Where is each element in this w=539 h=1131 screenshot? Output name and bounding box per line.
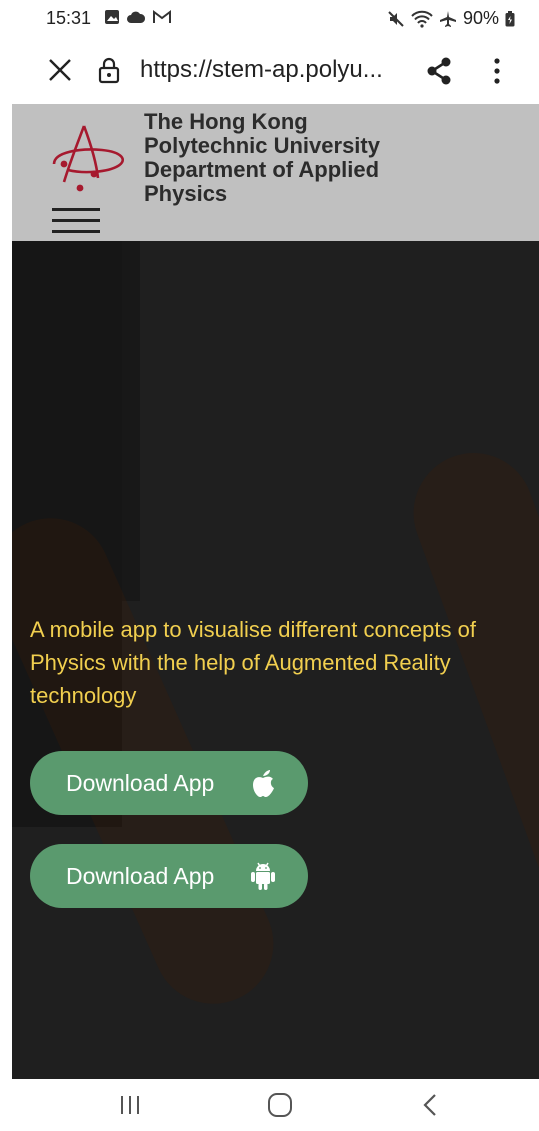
- dept-line: Polytechnic University: [144, 133, 380, 158]
- system-nav-bar: [0, 1079, 539, 1131]
- dept-line: The Hong Kong: [144, 109, 308, 134]
- close-tab-button[interactable]: [44, 54, 76, 86]
- battery-icon: [505, 10, 515, 26]
- url-bar[interactable]: https://stem-ap.polyu...: [140, 56, 404, 84]
- close-icon: [49, 59, 71, 81]
- department-name: The Hong Kong Polytechnic University Dep…: [144, 110, 524, 206]
- polyu-logo-icon[interactable]: [50, 118, 130, 196]
- home-button[interactable]: [260, 1089, 300, 1121]
- system-icons: 90%: [387, 8, 515, 29]
- status-time: 15:31: [46, 8, 92, 28]
- hero-tagline: A mobile app to visualise different conc…: [30, 617, 476, 708]
- android-icon: [248, 860, 278, 892]
- share-icon: [427, 57, 451, 85]
- download-ios-button[interactable]: Download App: [30, 751, 308, 815]
- site-info-button[interactable]: [96, 54, 122, 86]
- gmail-icon: [153, 10, 171, 23]
- cloud-icon: [127, 11, 146, 23]
- wifi-icon: [411, 10, 433, 28]
- recent-apps-button[interactable]: [110, 1089, 150, 1121]
- download-button-label: Download App: [66, 862, 215, 889]
- hamburger-line: [52, 219, 100, 222]
- dept-line: Physics: [144, 181, 228, 206]
- hamburger-line: [52, 230, 100, 233]
- browser-toolbar: https://stem-ap.polyu...: [0, 40, 539, 102]
- airplane-icon: [439, 10, 456, 27]
- notification-icons: [104, 9, 172, 25]
- status-bar: 15:31 90%: [0, 0, 539, 40]
- hamburger-line: [52, 208, 100, 211]
- more-options-button[interactable]: [482, 52, 512, 90]
- apple-icon: [248, 767, 278, 799]
- site-header: The Hong Kong Polytechnic University Dep…: [12, 104, 539, 241]
- download-button-label: Download App: [66, 769, 215, 796]
- home-icon: [268, 1093, 292, 1117]
- mute-icon: [388, 10, 404, 27]
- back-icon: [423, 1094, 436, 1116]
- battery-level: 90%: [462, 8, 499, 28]
- hamburger-menu-button[interactable]: [52, 208, 100, 238]
- back-button[interactable]: [410, 1089, 450, 1121]
- share-button[interactable]: [420, 52, 458, 90]
- lock-icon: [98, 57, 120, 84]
- dept-line: Department of Applied: [144, 157, 380, 182]
- screen: 15:31 90% https://stem-ap.polyu... The H…: [0, 0, 539, 1131]
- more-vert-icon: [494, 58, 500, 84]
- hero-background-strip: [122, 241, 140, 601]
- image-icon: [105, 10, 119, 24]
- download-android-button[interactable]: Download App: [30, 844, 308, 908]
- hero-section: A mobile app to visualise different conc…: [12, 241, 539, 1079]
- recent-apps-icon: [121, 1096, 139, 1114]
